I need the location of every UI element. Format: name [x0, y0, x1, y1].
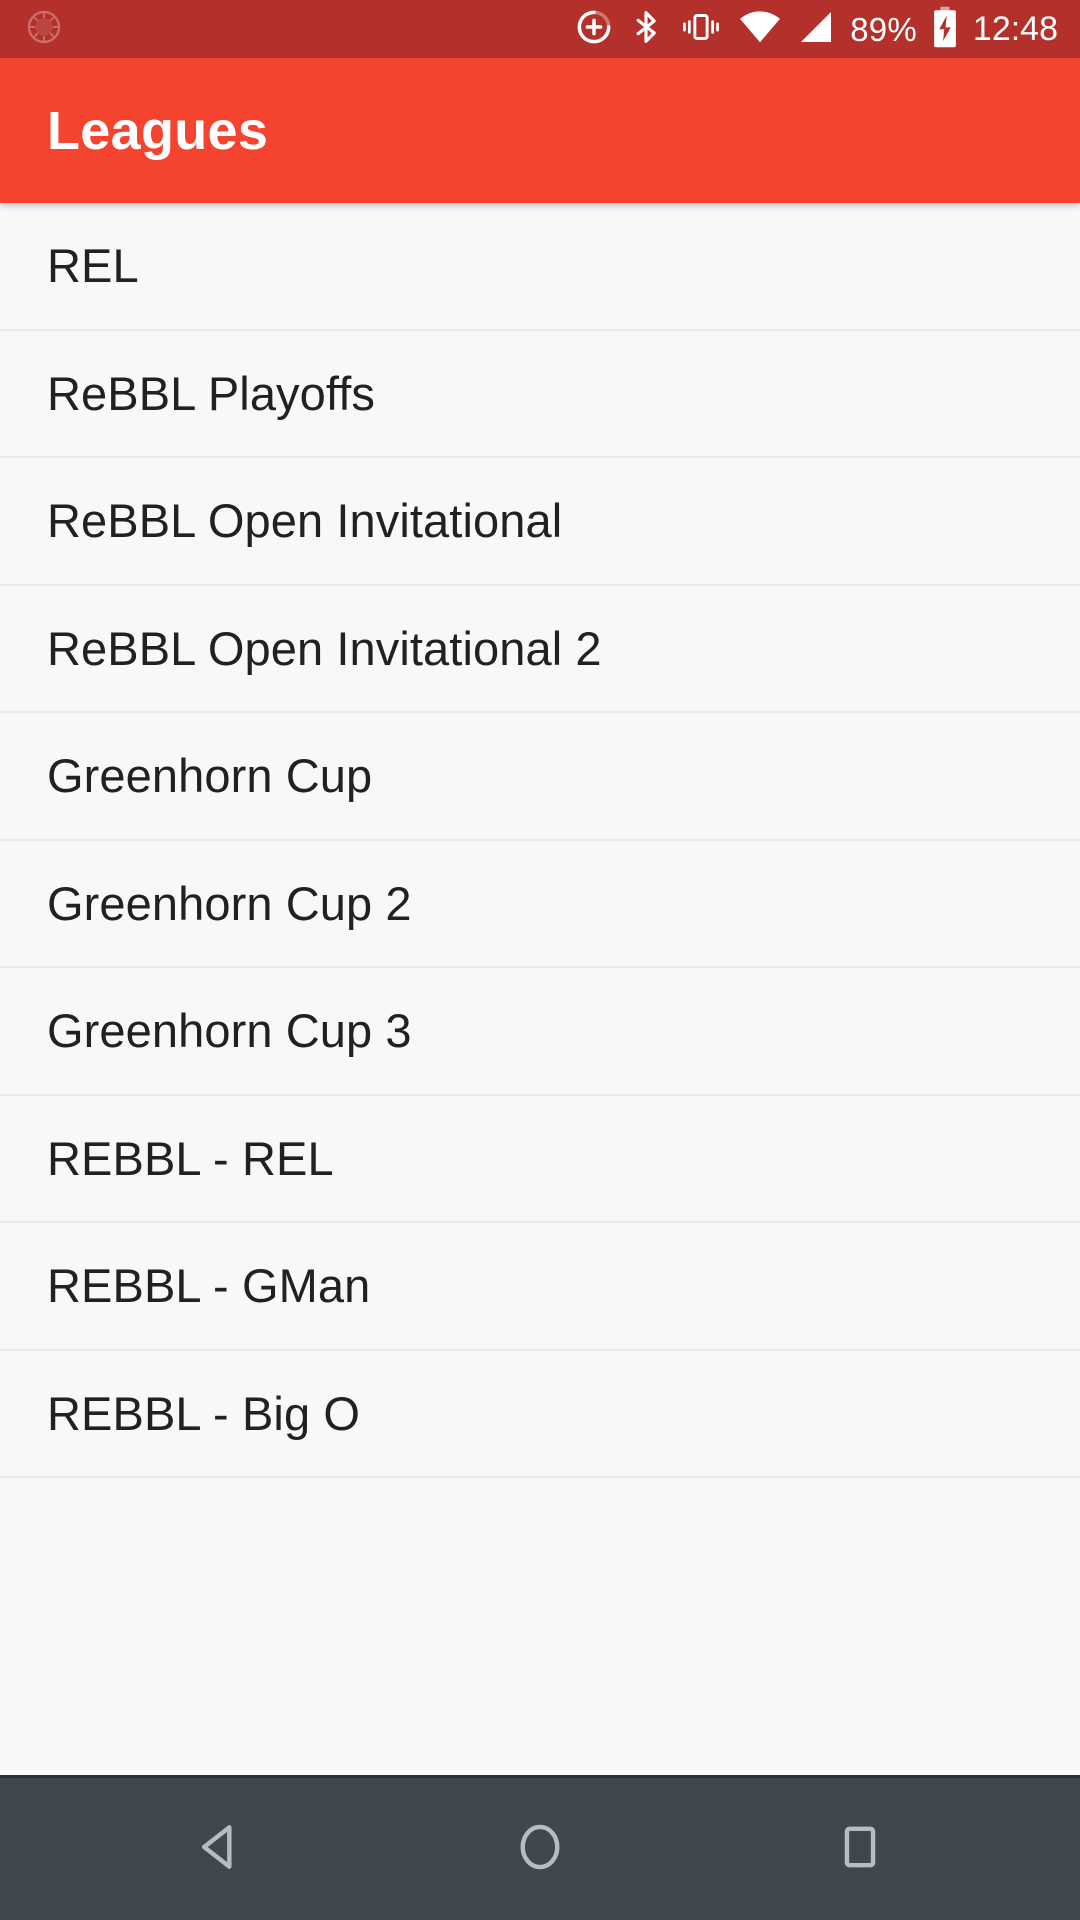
back-button[interactable]	[145, 1777, 295, 1920]
list-item[interactable]: REL	[0, 203, 1080, 331]
home-circle-icon	[512, 1819, 568, 1880]
battery-percent-label: 89%	[850, 10, 917, 48]
home-button[interactable]	[465, 1777, 615, 1920]
list-item-label: REL	[47, 239, 139, 293]
wifi-icon	[738, 8, 782, 51]
list-item[interactable]: Greenhorn Cup 3	[0, 968, 1080, 1096]
list-item[interactable]: Greenhorn Cup	[0, 713, 1080, 841]
list-item-label: Greenhorn Cup 3	[47, 1004, 412, 1058]
status-bar-notifications	[24, 7, 64, 52]
recents-square-icon	[832, 1819, 888, 1880]
battery-charging-icon	[931, 6, 959, 53]
list-item[interactable]: REBBL - REL	[0, 1095, 1080, 1223]
status-bar-system-icons: 89% 12:48	[574, 6, 1058, 53]
list-item[interactable]: ReBBL Open Invitational	[0, 458, 1080, 586]
vibrate-icon	[678, 7, 724, 52]
list-item[interactable]: REBBL - GMan	[0, 1223, 1080, 1351]
list-item[interactable]: ReBBL Open Invitational 2	[0, 585, 1080, 713]
bluetooth-icon	[628, 6, 664, 53]
list-item-label: ReBBL Open Invitational 2	[47, 621, 602, 675]
phone-screen: 89% 12:48 Leagues REL ReBBL Playoffs ReBBL…	[0, 0, 1080, 1920]
android-navigation-bar	[0, 1775, 1080, 1920]
list-item-label: REBBL - GMan	[47, 1259, 371, 1313]
status-bar: 89% 12:48	[0, 0, 1080, 58]
cellular-signal-icon	[796, 8, 836, 51]
page-title: Leagues	[47, 100, 269, 161]
list-item-label: Greenhorn Cup	[47, 749, 373, 803]
list-item[interactable]: REBBL - Big O	[0, 1350, 1080, 1478]
list-item-label: REBBL - Big O	[47, 1386, 360, 1440]
status-bar-clock: 12:48	[972, 10, 1058, 48]
list-item-label: REBBL - REL	[47, 1131, 334, 1185]
list-item[interactable]: Greenhorn Cup 2	[0, 840, 1080, 968]
list-item-label: ReBBL Playoffs	[47, 366, 375, 420]
list-item[interactable]: ReBBL Playoffs	[0, 330, 1080, 458]
leagues-list[interactable]: REL ReBBL Playoffs ReBBL Open Invitational…	[0, 203, 1080, 1775]
back-triangle-icon	[192, 1819, 248, 1880]
sun-burst-notification-icon	[24, 7, 64, 52]
recents-button[interactable]	[785, 1777, 935, 1920]
list-item-label: ReBBL Open Invitational	[47, 494, 563, 548]
alarm-add-icon	[574, 7, 614, 52]
list-item-label: Greenhorn Cup 2	[47, 876, 412, 930]
app-bar: Leagues	[0, 58, 1080, 203]
